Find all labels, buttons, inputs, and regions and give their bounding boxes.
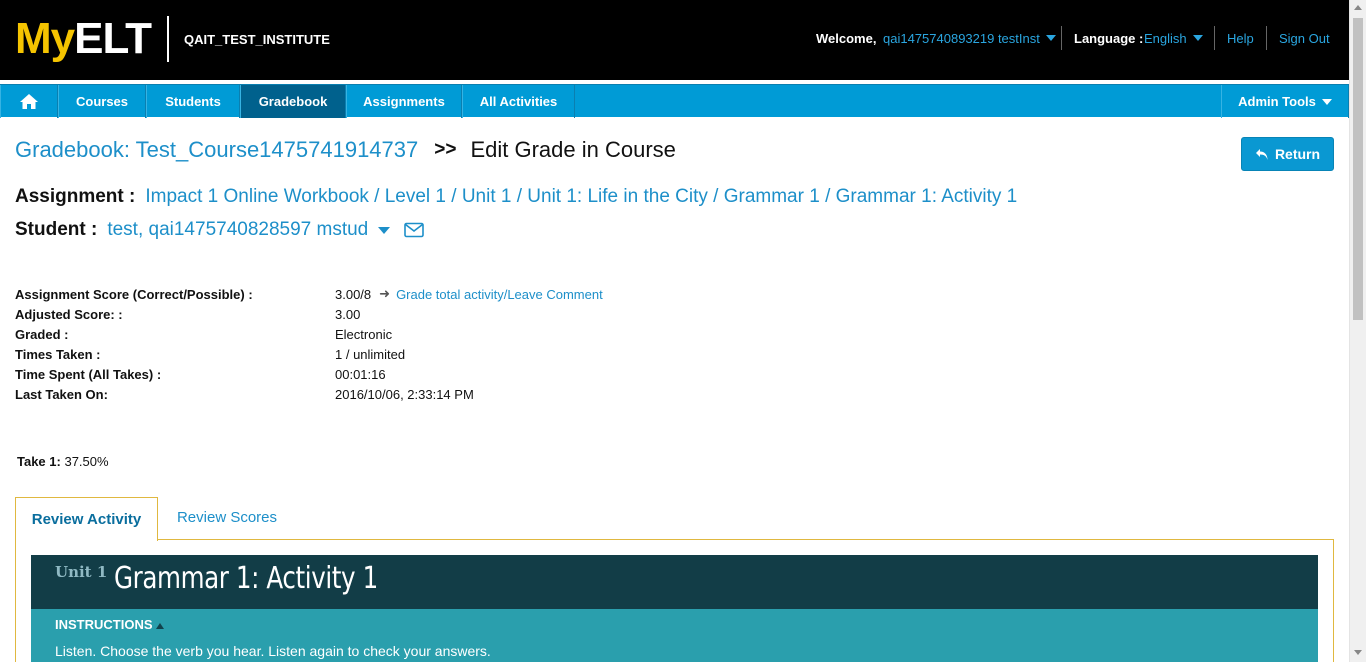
score-label: Times Taken : <box>15 346 101 362</box>
mail-icon[interactable] <box>404 222 425 238</box>
assignment-path-link[interactable]: Impact 1 Online Workbook / Level 1 / Uni… <box>145 186 1017 208</box>
instructions-toggle[interactable]: INSTRUCTIONS <box>55 617 164 632</box>
divider <box>1061 26 1062 50</box>
institute-name: QAIT_TEST_INSTITUTE <box>184 32 330 47</box>
instructions-title: INSTRUCTIONS <box>55 617 153 632</box>
score-label: Last Taken On: <box>15 386 108 402</box>
caret-up-icon <box>155 622 164 629</box>
main-nav: Courses Students Gradebook Assignments A… <box>0 84 1349 118</box>
nav-assignments[interactable]: Assignments <box>346 85 462 118</box>
student-label: Student : <box>15 219 98 240</box>
language-value: English <box>1144 30 1187 46</box>
language-label: Language : <box>1074 30 1144 46</box>
take-label: Take 1: <box>17 454 61 469</box>
nav-home[interactable] <box>0 85 58 118</box>
nav-students[interactable]: Students <box>146 85 240 118</box>
page-scrollbar[interactable] <box>1349 0 1366 662</box>
score-row: Graded : Electronic <box>15 325 715 343</box>
logo-my: My <box>15 14 75 63</box>
score-row: Times Taken : 1 / unlimited <box>15 345 715 363</box>
score-label: Graded : <box>15 326 69 342</box>
chevron-down-icon <box>1192 35 1203 41</box>
score-value: 1 / unlimited <box>335 346 406 362</box>
instructions-text: Listen. Choose the verb you hear. Listen… <box>55 643 491 659</box>
page-heading: Edit Grade in Course <box>470 137 676 162</box>
score-row: Time Spent (All Takes) : 00:01:16 <box>15 365 715 383</box>
scroll-down-arrow-icon[interactable] <box>1354 650 1362 655</box>
divider <box>1266 26 1267 50</box>
return-label: Return <box>1274 146 1321 162</box>
logo-divider <box>167 16 169 62</box>
page-title: Gradebook: Test_Course1475741914737 >> E… <box>15 136 676 164</box>
welcome-label: Welcome, <box>816 30 877 46</box>
help-link[interactable]: Help <box>1227 28 1254 48</box>
chevron-down-icon[interactable] <box>378 226 391 234</box>
gradebook-breadcrumb-link[interactable]: Gradebook: Test_Course1475741914737 <box>15 137 418 163</box>
score-row: Adjusted Score: : 3.00 <box>15 305 715 323</box>
score-value: 3.00/8 <box>335 286 372 302</box>
myelt-logo[interactable]: MyELT <box>15 14 152 64</box>
unit-label: Unit 1 <box>55 563 108 581</box>
sign-out-link[interactable]: Sign Out <box>1279 28 1330 48</box>
score-value: 00:01:16 <box>335 366 386 382</box>
home-icon <box>20 94 38 109</box>
score-row: Last Taken On: 2016/10/06, 2:33:14 PM <box>15 385 715 403</box>
grade-activity-link[interactable]: Grade total activity/Leave Comment <box>396 287 603 302</box>
divider <box>1214 26 1215 50</box>
score-label: Adjusted Score: : <box>15 306 123 322</box>
score-label: Time Spent (All Takes) : <box>15 366 162 382</box>
user-name: qai1475740893219 testInst <box>883 30 1040 46</box>
activity-title: Grammar 1: Activity 1 <box>114 561 378 596</box>
score-value: Electronic <box>335 326 393 342</box>
score-label: Assignment Score (Correct/Possible) : <box>15 286 253 302</box>
top-header: MyELT QAIT_TEST_INSTITUTE Welcome, qai14… <box>0 0 1350 80</box>
scrollbar-thumb[interactable] <box>1353 18 1363 320</box>
return-button[interactable]: Return <box>1241 137 1334 171</box>
undo-arrow-icon <box>1255 148 1268 160</box>
breadcrumb-separator: >> <box>434 139 457 160</box>
student-line: Student : test, qai1475740828597 mstud <box>15 218 425 242</box>
scroll-up-arrow-icon[interactable] <box>1354 5 1362 10</box>
score-value-row: 3.00/8 ➜ Grade total activity/Leave Comm… <box>335 286 603 302</box>
assignment-line: Assignment : Impact 1 Online Workbook / … <box>15 185 1017 209</box>
arrow-right-icon: ➜ <box>379 286 391 301</box>
nav-courses[interactable]: Courses <box>58 85 146 118</box>
student-select[interactable]: test, qai1475740828597 mstud <box>107 219 368 241</box>
tab-review-activity[interactable]: Review Activity <box>15 497 158 541</box>
activity-header: Unit 1 Grammar 1: Activity 1 <box>31 555 1318 609</box>
take-value: 37.50% <box>64 454 109 469</box>
nav-all-activities[interactable]: All Activities <box>462 85 575 118</box>
tabs-border <box>157 539 1334 540</box>
score-value: 3.00 <box>335 306 361 322</box>
logo-elt: ELT <box>74 14 152 63</box>
score-row: Assignment Score (Correct/Possible) : 3.… <box>15 285 715 303</box>
admin-tools-menu[interactable]: Admin Tools <box>1221 85 1349 118</box>
language-select[interactable]: English <box>1144 28 1203 48</box>
tab-review-scores[interactable]: Review Scores <box>159 497 295 537</box>
chevron-down-icon <box>1321 98 1332 105</box>
nav-gradebook[interactable]: Gradebook <box>240 85 346 118</box>
chevron-down-icon <box>1045 35 1056 41</box>
assignment-label: Assignment : <box>15 186 136 207</box>
admin-tools-label: Admin Tools <box>1238 94 1316 109</box>
take-score: Take 1: 37.50% <box>17 454 109 469</box>
instructions-panel: INSTRUCTIONS Listen. Choose the verb you… <box>31 609 1318 662</box>
user-menu[interactable]: qai1475740893219 testInst <box>883 28 1056 48</box>
score-value: 2016/10/06, 2:33:14 PM <box>335 386 474 402</box>
